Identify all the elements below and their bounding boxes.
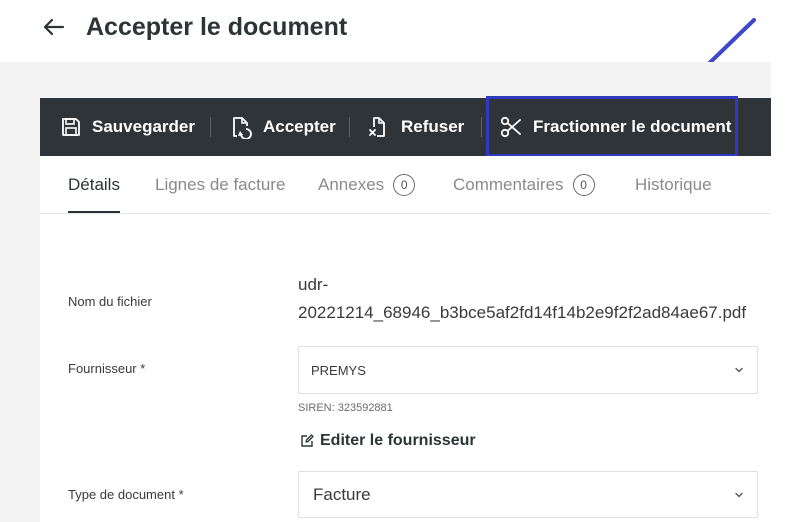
tab-label: Historique	[635, 174, 712, 194]
tab-invoice-lines[interactable]: Lignes de facture	[155, 156, 285, 213]
tab-bar: Détails Lignes de facture Annexes 0 Comm…	[40, 156, 771, 214]
tab-label: Détails	[68, 174, 120, 194]
refuse-button[interactable]: Refuser	[367, 98, 464, 156]
siren-number: SIREN: 323592881	[298, 402, 393, 414]
tab-label: Commentaires	[453, 174, 564, 194]
count-badge: 0	[393, 173, 416, 196]
tab-label: Lignes de facture	[155, 174, 286, 194]
edit-icon	[301, 434, 314, 447]
save-button-label: Sauvegarder	[92, 117, 195, 136]
toolbar-separator	[349, 117, 350, 137]
page-title: Accepter le document	[86, 13, 348, 41]
count-badge: 0	[572, 173, 595, 196]
edit-supplier-link[interactable]: Editer le fournisseur	[300, 432, 476, 450]
tab-details[interactable]: Détails	[68, 156, 120, 213]
accept-button[interactable]: Accepter	[229, 98, 336, 156]
doc-accept-icon	[233, 117, 252, 139]
floppy-disk-icon	[62, 118, 80, 136]
doctype-selected-value: Facture	[313, 484, 371, 504]
highlight-box	[486, 96, 738, 157]
filename-label: Nom du fichier	[68, 294, 152, 309]
supplier-label: Fournisseur *	[68, 361, 146, 376]
back-arrow-icon[interactable]	[41, 14, 67, 40]
toolbar-separator	[210, 117, 211, 137]
tab-history[interactable]: Historique	[635, 156, 712, 213]
supplier-select[interactable]: PREMYS	[298, 346, 758, 394]
toolbar-separator	[481, 117, 482, 137]
chevron-down-icon	[735, 367, 743, 373]
refuse-button-label: Refuser	[401, 117, 465, 136]
filename-value-line2: 20221214_68946_b3bce5af2fd14f14b2e9f2f2a…	[298, 303, 747, 322]
doctype-label: Type de document *	[68, 487, 184, 502]
accept-button-label: Accepter	[263, 117, 336, 136]
filename-value-line1: udr-	[298, 275, 329, 294]
save-button[interactable]: Sauvegarder	[60, 98, 195, 156]
doc-refuse-icon	[369, 117, 385, 137]
supplier-selected-value: PREMYS	[311, 362, 366, 378]
tab-attachments[interactable]: Annexes 0	[318, 156, 416, 213]
tab-label: Annexes	[318, 174, 385, 194]
edit-supplier-label: Editer le fournisseur	[320, 432, 476, 449]
chevron-down-icon	[735, 492, 743, 497]
tab-comments[interactable]: Commentaires 0	[453, 156, 595, 213]
doctype-select[interactable]: Facture	[298, 471, 758, 518]
